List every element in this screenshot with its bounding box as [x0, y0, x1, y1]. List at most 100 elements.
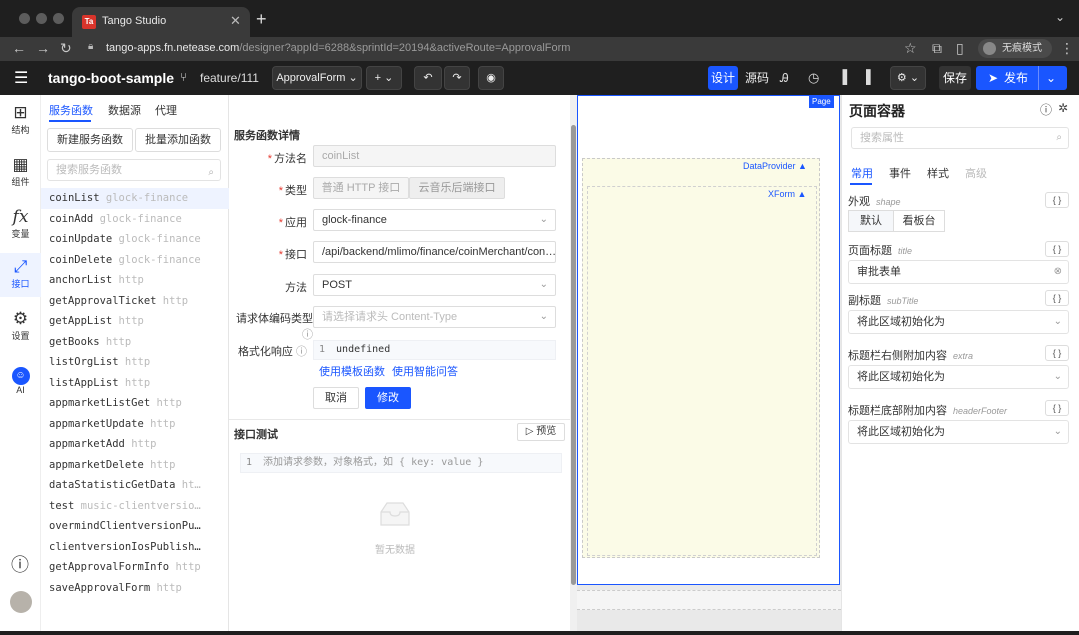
menu-icon[interactable]: ☰ — [14, 68, 28, 88]
service-list-item[interactable]: appmarketUpdate http — [41, 414, 229, 435]
service-list-item[interactable]: listAppList http — [41, 373, 229, 394]
design-mode-button[interactable]: 设计 — [708, 66, 738, 90]
history-icon[interactable]: ◷ — [808, 70, 819, 86]
tab-common[interactable]: 常用 — [851, 165, 873, 181]
browser-menu-icon[interactable]: ⋮ — [1060, 40, 1074, 56]
service-list-item[interactable]: getBooks http — [41, 332, 229, 353]
service-list-item[interactable]: clientversionIosPublish… — [41, 537, 229, 558]
redo-icon[interactable]: ↷ — [444, 66, 470, 90]
help-icon[interactable]: ⓘ — [11, 551, 29, 577]
modify-button[interactable]: 修改 — [365, 387, 411, 409]
service-list-item[interactable]: getApprovalTicket http — [41, 291, 229, 312]
save-button[interactable]: 保存 — [939, 66, 971, 90]
encoding-select[interactable]: 请选择请求头 Content-Type ⌄ — [313, 306, 556, 328]
page-frame[interactable]: Page DataProvider ▲ XForm ▲ — [577, 95, 840, 585]
settings-gear-icon[interactable]: ⚙ ⌄ — [890, 66, 926, 90]
window-minimize-dot[interactable] — [36, 13, 47, 24]
help-icon[interactable]: ⓘ — [1040, 101, 1052, 118]
forward-icon[interactable]: → — [36, 40, 50, 56]
extensions-icon[interactable]: ⧉ — [932, 40, 942, 56]
canvas-drop-zone[interactable] — [577, 590, 841, 610]
window-close-dot[interactable] — [19, 13, 30, 24]
service-list-item[interactable]: overmindClientversionPu… — [41, 516, 229, 537]
cancel-button[interactable]: 取消 — [313, 387, 359, 409]
app-select[interactable]: glock-finance ⌄ — [313, 209, 556, 231]
service-list-item[interactable]: coinUpdate glock-finance — [41, 229, 229, 250]
xform-block[interactable]: XForm ▲ — [587, 186, 817, 556]
code-toggle-button[interactable]: { } — [1045, 345, 1069, 361]
code-toggle-button[interactable]: { } — [1045, 290, 1069, 306]
service-list-item[interactable]: getApprovalFormInfo http — [41, 557, 229, 578]
use-template-link[interactable]: 使用模板函数 — [319, 363, 385, 379]
tab-advanced[interactable]: 高级 — [965, 165, 987, 181]
code-toggle-button[interactable]: { } — [1045, 241, 1069, 257]
clear-icon[interactable]: ⊗ — [1054, 261, 1062, 283]
incognito-badge[interactable]: 无痕模式 — [978, 39, 1052, 58]
batch-add-button[interactable]: 批量添加函数 — [135, 128, 221, 152]
sidepanel-icon[interactable]: ▯ — [956, 40, 964, 56]
type-backend-option[interactable]: 云音乐后端接口 — [409, 177, 505, 199]
data-provider-block[interactable]: DataProvider ▲ XForm ▲ — [582, 158, 820, 558]
reload-icon[interactable]: ↻ — [60, 40, 72, 56]
undo-icon[interactable]: ↶ — [414, 66, 442, 90]
service-search-input[interactable]: 搜索服务函数 ⌕ — [47, 159, 221, 181]
appearance-default-option[interactable]: 默认 — [848, 210, 894, 232]
service-list-item[interactable]: listOrgList http — [41, 352, 229, 373]
service-list-item[interactable]: coinDelete glock-finance — [41, 250, 229, 271]
window-zoom-dot[interactable] — [53, 13, 64, 24]
service-list-item[interactable]: coinAdd glock-finance — [41, 209, 229, 230]
back-icon[interactable]: ← — [12, 40, 26, 56]
bug-icon[interactable]: ✲ — [1058, 101, 1068, 115]
add-button[interactable]: + ⌄ — [366, 66, 402, 90]
preview-button[interactable]: ▷ 预览 — [517, 423, 565, 441]
property-search-input[interactable]: 搜索属性 ⌕ — [851, 127, 1069, 149]
rail-item-structure[interactable]: ⊞ 结构 — [0, 103, 41, 136]
scrollbar-thumb[interactable] — [571, 125, 576, 585]
rail-item-ai[interactable]: ☺ AI — [0, 363, 41, 395]
format-response-editor[interactable]: 1 undefined — [313, 340, 556, 360]
design-canvas[interactable]: Page DataProvider ▲ XForm ▲ — [577, 95, 841, 631]
header-footer-select[interactable]: 将此区域初始化为 ⌄ — [848, 420, 1069, 444]
bookmark-star-icon[interactable]: ☆ — [904, 40, 917, 56]
method-select[interactable]: POST ⌄ — [313, 274, 556, 296]
subtitle-select[interactable]: 将此区域初始化为 ⌄ — [848, 310, 1069, 334]
tab-styles[interactable]: 样式 — [927, 165, 949, 181]
rail-item-api[interactable]: ⤢ 接口 — [0, 253, 41, 297]
tab-search-chevron-icon[interactable]: ⌄ — [1055, 10, 1065, 24]
preview-eye-icon[interactable]: ◉ — [478, 66, 504, 90]
branch-name[interactable]: feature/111 — [200, 71, 259, 85]
tab-events[interactable]: 事件 — [889, 165, 911, 181]
service-list-item[interactable]: appmarketDelete http — [41, 455, 229, 476]
translate-icon[interactable]: Ꭿ — [780, 71, 789, 86]
rail-item-components[interactable]: ▦ 组件 — [0, 155, 41, 188]
tab-close-icon[interactable]: ✕ — [230, 13, 241, 29]
detail-scrollbar[interactable] — [570, 95, 577, 631]
code-toggle-button[interactable]: { } — [1045, 400, 1069, 416]
appearance-board-option[interactable]: 看板台 — [893, 210, 945, 232]
code-toggle-button[interactable]: { } — [1045, 192, 1069, 208]
service-list-item[interactable]: getAppList http — [41, 311, 229, 332]
service-list-item[interactable]: saveApprovalForm http — [41, 578, 229, 599]
api-input[interactable]: /api/backend/mlimo/finance/coinMerchant/… — [313, 241, 556, 263]
tab-datasource[interactable]: 数据源 — [108, 102, 141, 118]
left-panel-toggle-icon[interactable]: ▐ — [838, 69, 847, 84]
source-mode-button[interactable]: 源码 — [742, 66, 772, 90]
service-list-item[interactable]: coinList glock-finance — [41, 188, 229, 209]
rail-item-settings[interactable]: ⚙ 设置 — [0, 309, 41, 342]
browser-tab[interactable]: Ta Tango Studio ✕ — [72, 7, 250, 37]
route-select[interactable]: ApprovalForm ⌄ — [272, 66, 362, 90]
page-title-input[interactable]: 审批表单 ⊗ — [848, 260, 1069, 284]
tab-proxy[interactable]: 代理 — [155, 102, 177, 118]
publish-button[interactable]: ➤ 发布 ⌄ — [976, 66, 1067, 90]
right-panel-toggle-icon[interactable]: ▌ — [866, 69, 875, 84]
service-list-item[interactable]: appmarketListGet http — [41, 393, 229, 414]
new-service-button[interactable]: 新建服务函数 — [47, 128, 133, 152]
use-smart-qa-link[interactable]: 使用智能问答 — [392, 363, 458, 379]
service-list-item[interactable]: anchorList http — [41, 270, 229, 291]
service-list-item[interactable]: test music-clientversio… — [41, 496, 229, 517]
address-bar[interactable]: 🔒︎ tango-apps.fn.netease.com/designer?ap… — [80, 38, 940, 60]
new-tab-icon[interactable]: + — [256, 10, 267, 28]
type-http-option[interactable]: 普通 HTTP 接口 — [313, 177, 409, 199]
extra-select[interactable]: 将此区域初始化为 ⌄ — [848, 365, 1069, 389]
tab-service-functions[interactable]: 服务函数 — [49, 102, 93, 118]
